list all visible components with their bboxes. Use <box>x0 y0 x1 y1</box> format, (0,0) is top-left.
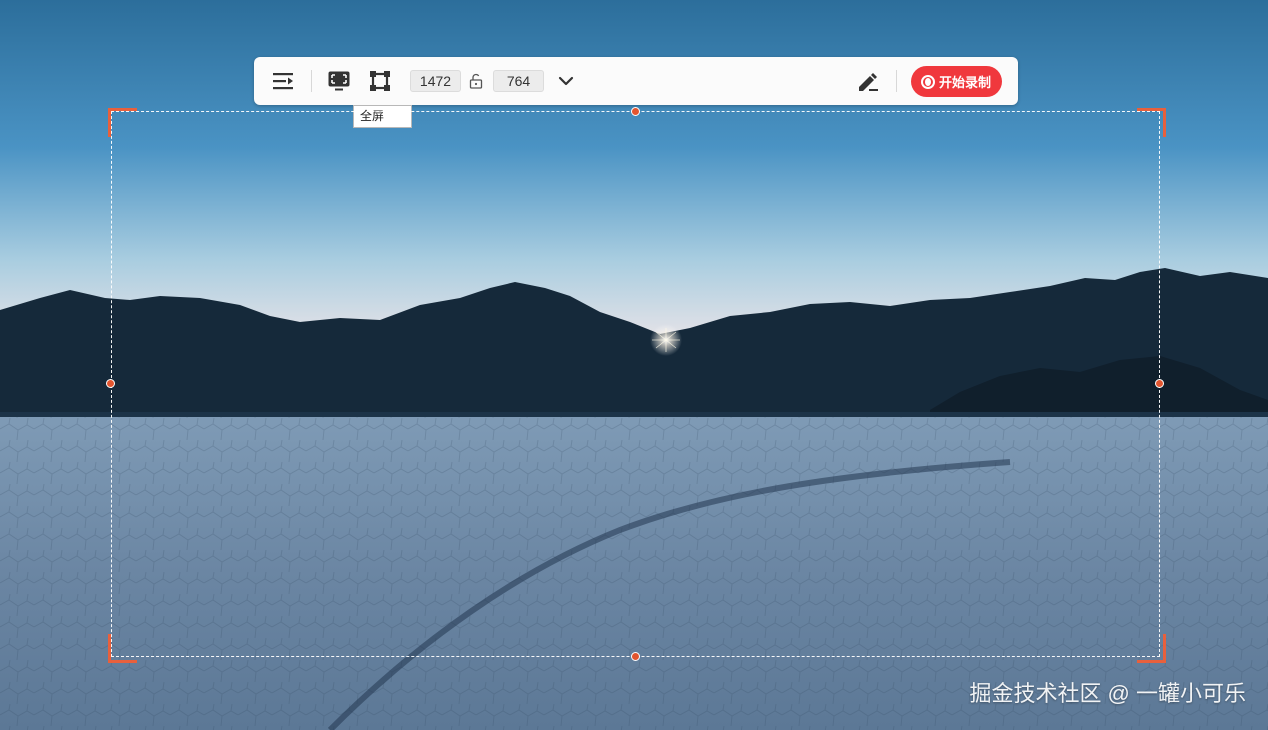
lock-ratio-icon <box>469 73 483 89</box>
selection-corner-top-left[interactable] <box>108 108 137 137</box>
height-input[interactable]: 764 <box>493 70 544 92</box>
annotate-button[interactable] <box>854 67 882 95</box>
capture-toolbar: 1472 764 开始录制 <box>254 57 1018 105</box>
menu-expand-icon <box>273 73 293 90</box>
selection-corner-bottom-left[interactable] <box>108 634 137 663</box>
chevron-down-icon <box>558 76 574 86</box>
capture-selection-area[interactable] <box>111 111 1160 657</box>
selection-corner-bottom-right[interactable] <box>1137 634 1166 663</box>
region-select-icon <box>370 71 390 91</box>
menu-expand-button[interactable] <box>269 67 297 95</box>
record-icon <box>921 74 935 89</box>
desktop-background: 1472 764 开始录制 全屏 掘金技术社区 @ 一罐小可乐 <box>0 0 1268 730</box>
annotate-pen-icon <box>859 73 878 91</box>
resize-handle-right[interactable] <box>1155 379 1164 388</box>
resize-handle-bottom[interactable] <box>631 652 640 661</box>
lock-ratio-button[interactable] <box>462 67 490 95</box>
record-label: 开始录制 <box>939 75 992 90</box>
fullscreen-button[interactable] <box>325 67 353 95</box>
resize-handle-top[interactable] <box>631 107 640 116</box>
resize-handle-left[interactable] <box>106 379 115 388</box>
width-input[interactable]: 1472 <box>410 70 461 92</box>
fullscreen-icon <box>328 71 350 91</box>
start-recording-button[interactable]: 开始录制 <box>911 66 1002 97</box>
size-options-dropdown[interactable] <box>552 67 580 95</box>
region-select-button[interactable] <box>366 67 394 95</box>
selection-corner-top-right[interactable] <box>1137 108 1166 137</box>
toolbar-divider <box>896 70 897 92</box>
toolbar-divider <box>311 70 312 92</box>
watermark-text: 掘金技术社区 @ 一罐小可乐 <box>969 681 1246 706</box>
